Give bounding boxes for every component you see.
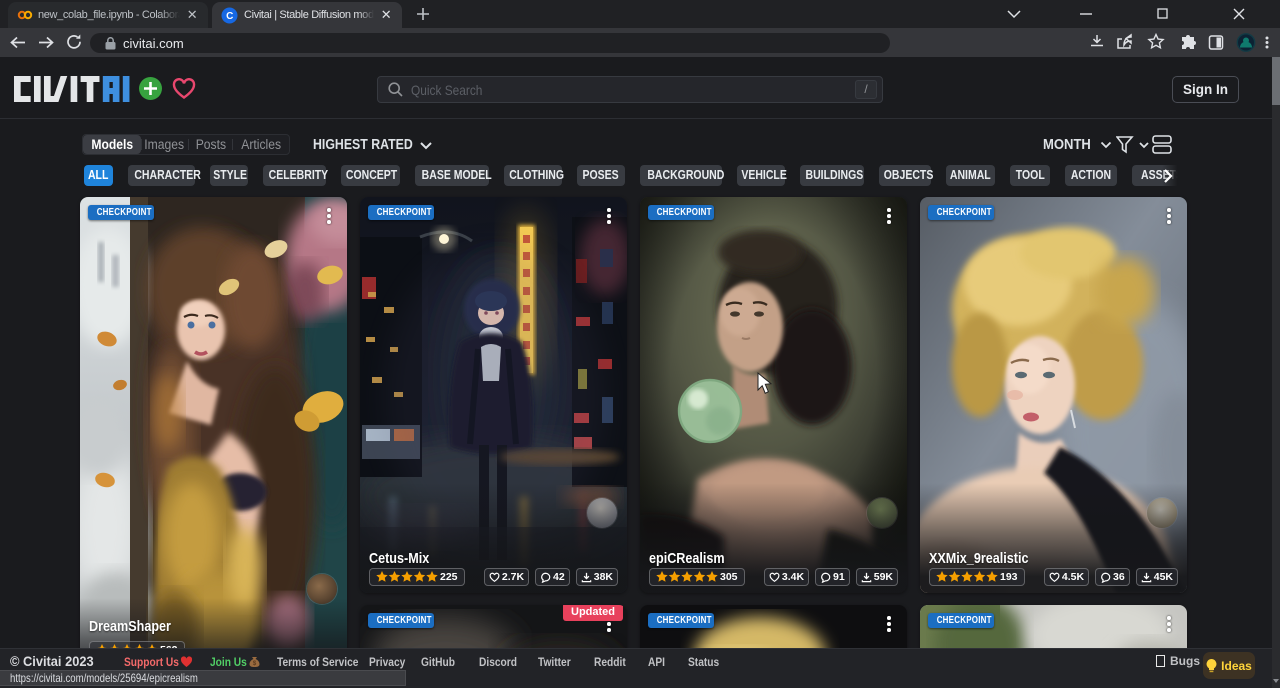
svg-text:C: C	[226, 11, 233, 22]
